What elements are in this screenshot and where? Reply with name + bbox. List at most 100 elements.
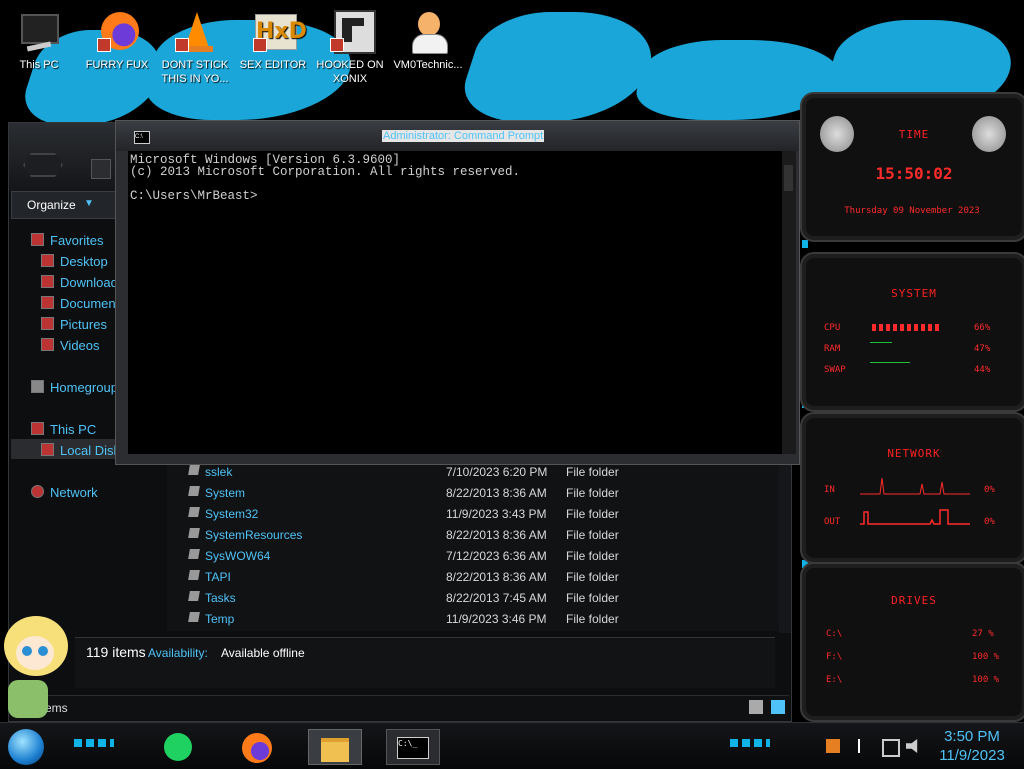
nav-item-local-disk[interactable]: Local Disk (41, 443, 119, 458)
character-sticker-image (0, 600, 82, 718)
ram-label: RAM (824, 344, 841, 354)
file-type: File folder (566, 486, 619, 500)
notes-app-icon (164, 733, 192, 761)
network-tray-icon[interactable] (882, 739, 900, 757)
taskbar-accent (74, 739, 114, 747)
drive-label: F:\ (826, 652, 843, 662)
speaker-icon[interactable] (906, 739, 918, 753)
wallpaper-brush-stroke (452, 12, 668, 122)
desktop-icon-this-pc[interactable]: This PC (4, 10, 74, 72)
large-icons-view-icon[interactable] (771, 700, 785, 714)
file-row[interactable]: System32 11/9/2023 3:43 PM File folder (185, 503, 775, 524)
file-type: File folder (566, 528, 619, 542)
nav-item-desktop[interactable]: Desktop (41, 254, 108, 269)
file-explorer-icon (321, 738, 349, 762)
folder-icon (188, 465, 200, 475)
cmd-scrollbar[interactable] (782, 151, 796, 454)
cmd-console[interactable]: Microsoft Windows [Version 6.3.9600] (c)… (128, 151, 796, 454)
game-shortcut-icon (328, 10, 376, 54)
file-type: File folder (566, 612, 619, 626)
flag-icon[interactable] (858, 739, 872, 753)
cmd-titlebar[interactable]: C:\ Administrator: Command Prompt (116, 121, 799, 151)
widget-clock: 15:50:02 (875, 164, 953, 183)
command-prompt-window[interactable]: C:\ Administrator: Command Prompt Micros… (115, 120, 800, 465)
drive-label: C:\ (826, 629, 843, 639)
organize-button[interactable]: Organize ▼ (11, 191, 121, 219)
start-button[interactable] (8, 729, 44, 765)
cpu-meter (872, 324, 942, 331)
nav-item-homegroup[interactable]: Homegroup (31, 380, 121, 395)
file-type: File folder (566, 570, 619, 584)
nav-item-documents[interactable]: Documents (41, 296, 121, 311)
folder-icon (188, 507, 200, 517)
status-bar: items (9, 695, 789, 720)
nav-item-network[interactable]: Network (31, 485, 98, 500)
nav-item-videos[interactable]: Videos (41, 338, 100, 353)
command-prompt-icon: C:\_ (397, 737, 429, 759)
file-name: sslek (205, 465, 233, 479)
desktop-icon-vm0technician[interactable]: VM0Technic... (393, 10, 463, 72)
nav-item-pictures[interactable]: Pictures (41, 317, 107, 332)
folder-icon (188, 549, 200, 559)
file-row[interactable]: SysWOW64 7/12/2023 6:36 AM File folder (185, 545, 775, 566)
hxd-editor-shortcut-icon: HxD (251, 10, 307, 54)
nav-item-favorites[interactable]: Favorites (31, 233, 103, 248)
network-widget-title: NETWORK (887, 447, 941, 460)
details-view-icon[interactable] (749, 700, 763, 714)
file-name: SysWOW64 (205, 549, 271, 563)
file-row[interactable]: System 8/22/2013 8:36 AM File folder (185, 482, 775, 503)
drive-value: 27 % (972, 629, 994, 639)
file-name: System (205, 486, 246, 500)
nav-item-downloads[interactable]: Downloads (41, 275, 121, 290)
drive-icon (41, 443, 54, 456)
drives-widget: DRIVES C:\ 27 % F:\ 100 % E:\ 100 % (800, 562, 1024, 722)
desktop-icon-hooked-on-xonix[interactable]: HOOKED ON XONIX (315, 10, 385, 86)
tray-app-icon[interactable] (826, 739, 840, 753)
documents-icon (41, 296, 54, 309)
desktop-icon-sex-editor[interactable]: HxD SEX EDITOR (238, 10, 308, 72)
file-row[interactable]: Temp 11/9/2023 3:46 PM File folder (185, 608, 775, 629)
file-date: 8/22/2013 8:36 AM (446, 486, 547, 500)
folder-icon (188, 591, 200, 601)
desktop-icon-furry-fux[interactable]: FURRY FUX (82, 10, 152, 72)
taskbar-app-cmd[interactable]: C:\_ (386, 729, 440, 765)
drives-widget-title: DRIVES (891, 594, 937, 607)
taskbar-app-file-explorer[interactable] (308, 729, 362, 765)
drive-value: 100 % (972, 675, 1000, 685)
file-type: File folder (566, 507, 619, 521)
taskbar-app-notes[interactable] (152, 729, 204, 763)
taskbar-accent (730, 739, 770, 747)
file-row[interactable]: SystemResources 8/22/2013 8:36 AM File fol… (185, 524, 775, 545)
network-in-graph (860, 477, 970, 495)
network-in-label: IN (824, 485, 835, 495)
network-out-graph (860, 509, 970, 525)
star-icon (31, 233, 44, 246)
time-widget: TIME 15:50:02 Thursday 09 November 2023 (800, 92, 1024, 242)
console-line: (c) 2013 Microsoft Corporation. All righ… (130, 165, 521, 179)
file-name: SystemResources (205, 528, 303, 542)
drive-label: E:\ (826, 675, 843, 685)
file-row[interactable]: TAPI 8/22/2013 8:36 AM File folder (185, 566, 775, 587)
vlc-cone-shortcut-icon (173, 10, 217, 54)
back-forward-control[interactable] (23, 153, 63, 177)
network-out-label: OUT (824, 517, 841, 527)
desktop-icon-dont-stick[interactable]: DONT STICK THIS IN YO... (160, 10, 230, 86)
system-widget: SYSTEM CPU 66% RAM 47% SWAP 44% (800, 252, 1024, 412)
cmd-scroll-thumb[interactable] (784, 165, 793, 191)
taskbar-clock[interactable]: 3:50 PM 11/9/2023 (930, 727, 1014, 765)
network-icon (31, 485, 44, 498)
clock-date: 11/9/2023 (939, 747, 1005, 764)
file-row[interactable]: Tasks 8/22/2013 7:45 AM File folder (185, 587, 775, 608)
file-date: 7/10/2023 6:20 PM (446, 465, 548, 479)
cmd-window-icon: C:\ (134, 131, 150, 144)
swap-label: SWAP (824, 365, 846, 375)
folder-icon (188, 570, 200, 580)
nav-item-this-pc[interactable]: This PC (31, 422, 96, 437)
folder-icon (188, 486, 200, 496)
technician-avatar-icon (406, 10, 450, 54)
details-pane: 119 items Availability: Available offlin… (75, 637, 775, 688)
organize-label: Organize (27, 198, 76, 212)
availability-label: Availability: (148, 646, 208, 660)
address-folder-icon[interactable] (91, 159, 111, 179)
taskbar-app-firefox[interactable] (232, 729, 284, 763)
